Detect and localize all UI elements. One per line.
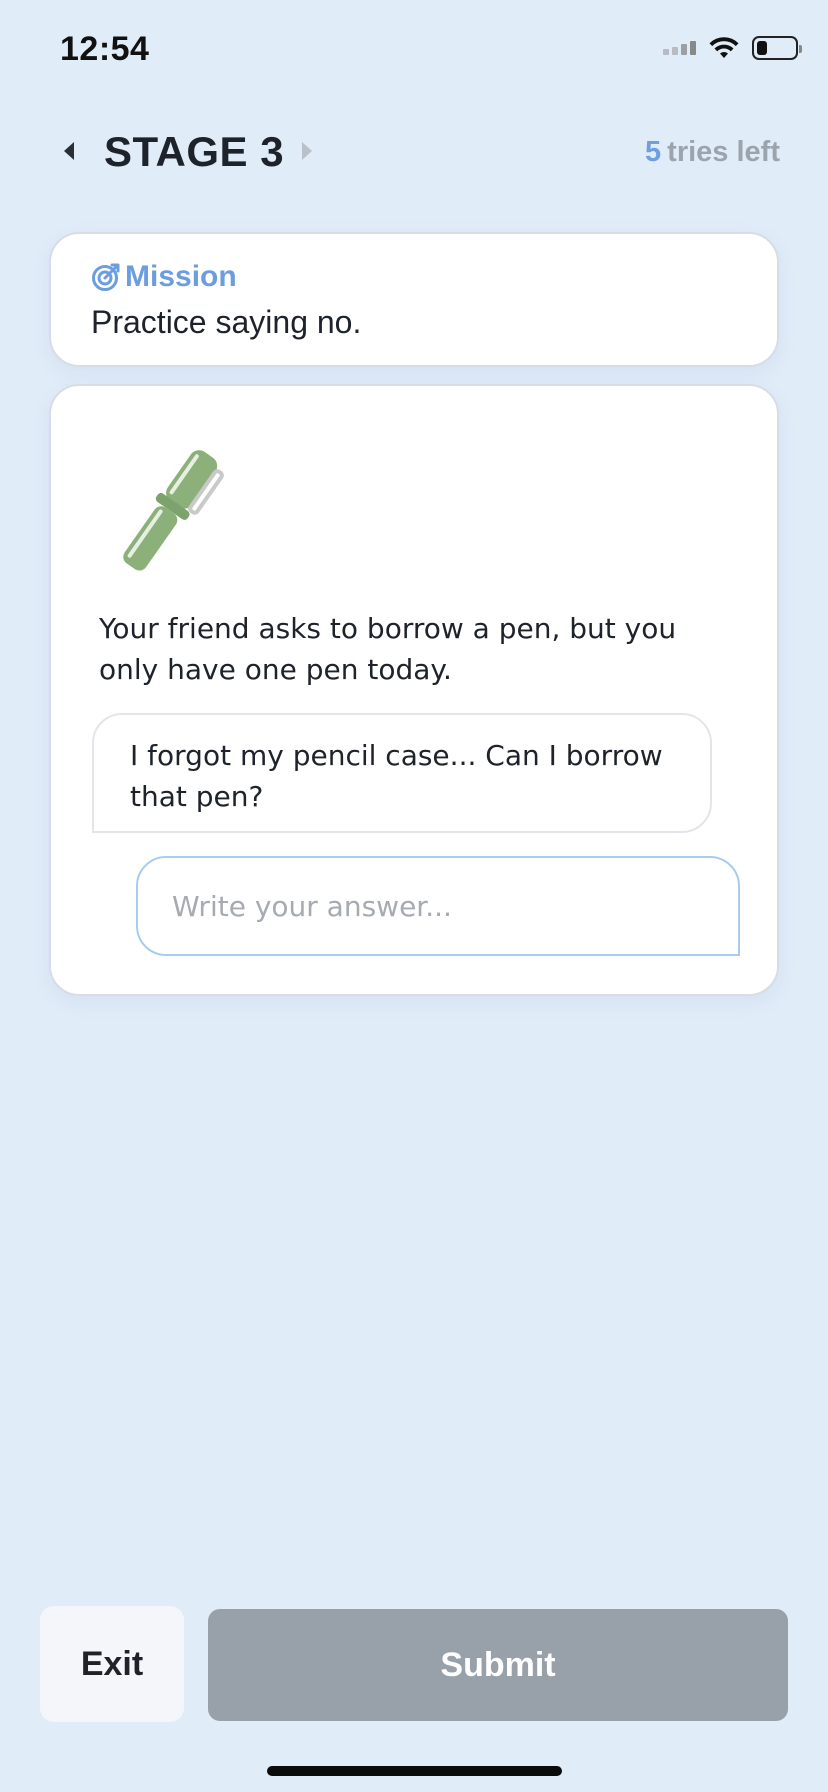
submit-button[interactable]: Submit xyxy=(208,1609,788,1721)
next-stage-arrow-icon[interactable] xyxy=(302,142,312,160)
tries-label: tries left xyxy=(667,136,780,168)
scenario-description: Your friend asks to borrow a pen, but yo… xyxy=(99,612,677,686)
answer-input[interactable] xyxy=(136,856,740,956)
pen-icon xyxy=(123,450,224,571)
mission-text: Practice saying no. xyxy=(91,304,362,340)
wifi-icon xyxy=(709,37,739,58)
scenario-card: Your friend asks to borrow a pen, but yo… xyxy=(49,384,779,996)
mission-label: Mission xyxy=(125,260,237,293)
status-time: 12:54 xyxy=(60,30,150,68)
battery-icon xyxy=(752,36,802,60)
status-icons xyxy=(663,36,802,60)
mission-card: Mission Practice saying no. xyxy=(49,232,779,367)
tries-count: 5 xyxy=(645,136,662,168)
previous-stage-arrow-icon[interactable] xyxy=(64,142,74,160)
cellular-signal-icon xyxy=(663,41,696,55)
home-indicator[interactable] xyxy=(267,1766,562,1776)
mission-header: Mission xyxy=(91,260,237,294)
stage-title: STAGE 3 xyxy=(104,128,285,175)
exit-button[interactable]: Exit xyxy=(40,1606,184,1722)
friend-message-bubble: I forgot my pencil case... Can I borrow … xyxy=(92,713,712,833)
target-icon xyxy=(92,263,120,291)
app-screen: 12:54 STAGE 3 5 tries left Mission Pract… xyxy=(0,0,828,1792)
tries-left-counter: 5 tries left xyxy=(645,136,780,169)
